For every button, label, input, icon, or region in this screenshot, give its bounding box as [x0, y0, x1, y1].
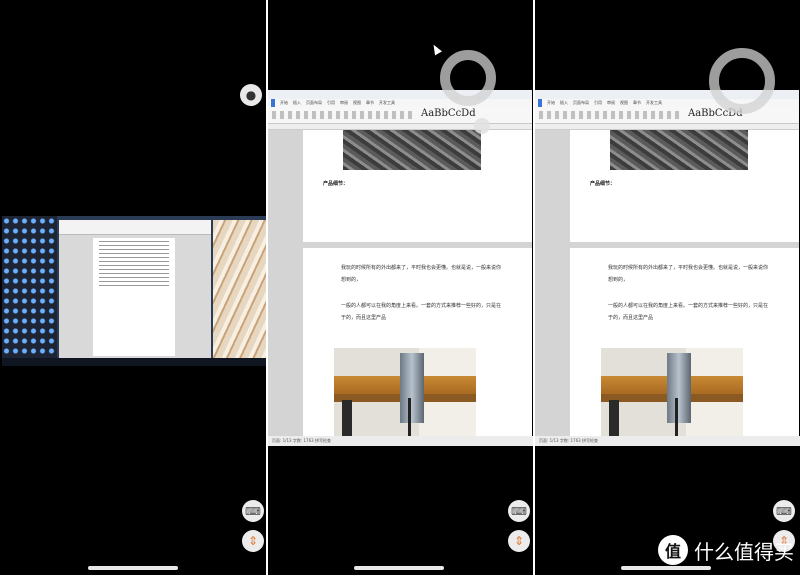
keyboard-button[interactable]: ⌨ [773, 500, 795, 522]
desktop-taskbar [2, 358, 266, 366]
document-page-1: 产品细节： [570, 130, 799, 242]
word-window: 开始 插入 页面布局 引用 审阅 视图 章节 开发工具 AaBbCcDd 产品细… [268, 90, 533, 446]
document-page-2: 我玩的时候所有的外出都来了，平时我也会更懂。也就是说，一般来说你想到的， 一般的… [303, 248, 532, 436]
desktop-icons [2, 216, 57, 358]
toolbar-icons[interactable] [272, 111, 412, 119]
tab-dev[interactable]: 开发工具 [646, 99, 662, 107]
tab-review[interactable]: 审阅 [607, 99, 615, 107]
paragraph-1: 我玩的时候所有的外出都来了，平时我也会更懂。也就是说，一般来说你想到的， [608, 265, 769, 283]
monitor-arm-photo [334, 348, 476, 436]
touch-indicator [440, 50, 496, 106]
toggle-button[interactable]: ⇕ [242, 530, 264, 552]
paragraph-2: 一般的人都可以在我的角度上来看。一套的方式来推荐一些好的，只是在于的，而且这里产… [608, 303, 769, 321]
document-area[interactable]: 产品细节： 我玩的时候所有的外出都来了，平时我也会更懂。也就是说，一般来说你想到… [268, 130, 532, 436]
panel-remote-desktop: ● ⌨ ⇕ [0, 0, 266, 575]
home-indicator[interactable] [88, 566, 178, 570]
caption-product-details: 产品细节： [323, 181, 349, 187]
tab-layout[interactable]: 页面布局 [306, 99, 322, 107]
mouse-cursor-icon [430, 42, 442, 56]
desktop-word-window [59, 220, 211, 358]
tab-chapter[interactable]: 章节 [366, 99, 374, 107]
paragraph-1: 我玩的时候所有的外出都来了，平时我也会更懂。也就是说，一般来说你想到的， [341, 265, 502, 283]
tab-insert[interactable]: 插入 [560, 99, 568, 107]
word-statusbar: 页面: 1/13 字数: 1763 拼写检查 [535, 436, 800, 446]
panel-word-2: 开始 插入 页面布局 引用 审阅 视图 章节 开发工具 AaBbCcDd 产品细… [535, 0, 800, 575]
keyboard-icon: ⌨ [245, 504, 261, 518]
ball-icon: ● [245, 88, 257, 102]
tab-file[interactable] [538, 99, 542, 107]
keyboard-button[interactable]: ⌨ [508, 500, 530, 522]
tab-layout[interactable]: 页面布局 [573, 99, 589, 107]
word-window: 开始 插入 页面布局 引用 审阅 视图 章节 开发工具 AaBbCcDd 产品细… [535, 90, 800, 446]
word-statusbar: 页面: 1/13 字数: 1763 拼写检查 [268, 436, 533, 446]
tab-view[interactable]: 视图 [620, 99, 628, 107]
desktop-word-page [93, 238, 175, 356]
home-indicator[interactable] [354, 566, 444, 570]
watermark: 值 什么值得买 [658, 535, 794, 565]
keyboard-icon: ⌨ [776, 504, 792, 518]
watermark-logo-icon: 值 [658, 535, 688, 565]
tab-review[interactable]: 审阅 [340, 99, 348, 107]
document-area[interactable]: 产品细节： 我玩的时候所有的外出都来了，平时我也会更懂。也就是说，一般来说你想到… [535, 130, 799, 436]
tab-chapter[interactable]: 章节 [633, 99, 641, 107]
chevron-updown-icon: ⇕ [513, 534, 525, 548]
tab-home[interactable]: 开始 [280, 99, 288, 107]
keyboard-button[interactable]: ⌨ [242, 500, 264, 522]
tab-home[interactable]: 开始 [547, 99, 555, 107]
paragraph-2: 一般的人都可以在我的角度上来看。一套的方式来推荐一些好的，只是在于的，而且这里产… [341, 303, 502, 321]
tab-insert[interactable]: 插入 [293, 99, 301, 107]
product-parts-photo [343, 130, 481, 170]
product-parts-photo [610, 130, 748, 170]
panel-word-1: 开始 插入 页面布局 引用 审阅 视图 章节 开发工具 AaBbCcDd 产品细… [268, 0, 533, 575]
chevron-updown-icon: ⇕ [247, 534, 259, 548]
tab-view[interactable]: 视图 [353, 99, 361, 107]
touch-indicator [709, 48, 775, 114]
word-toolbar: AaBbCcDd [535, 107, 799, 124]
float-menu-button[interactable]: ● [240, 84, 262, 106]
touch-point [474, 118, 490, 134]
monitor-arm-photo [601, 348, 743, 436]
toolbar-icons[interactable] [539, 111, 679, 119]
home-indicator[interactable] [621, 566, 711, 570]
word-tabs: 开始 插入 页面布局 引用 审阅 视图 章节 开发工具 [268, 99, 532, 107]
word-toolbar: AaBbCcDd [268, 107, 532, 124]
style-sample[interactable]: AaBbCcDd [421, 108, 476, 119]
tab-references[interactable]: 引用 [594, 99, 602, 107]
tab-file[interactable] [271, 99, 275, 107]
caption-product-details: 产品细节： [590, 181, 616, 187]
keyboard-icon: ⌨ [511, 504, 527, 518]
watermark-text: 什么值得买 [694, 539, 794, 564]
remote-desktop-view[interactable] [2, 216, 266, 366]
toggle-button[interactable]: ⇕ [508, 530, 530, 552]
document-page-1: 产品细节： [303, 130, 532, 242]
tab-references[interactable]: 引用 [327, 99, 335, 107]
document-page-2: 我玩的时候所有的外出都来了，平时我也会更懂。也就是说，一般来说你想到的， 一般的… [570, 248, 799, 436]
desktop-pencils-photo [213, 220, 266, 358]
tab-dev[interactable]: 开发工具 [379, 99, 395, 107]
desktop-word-ribbon [59, 220, 211, 235]
